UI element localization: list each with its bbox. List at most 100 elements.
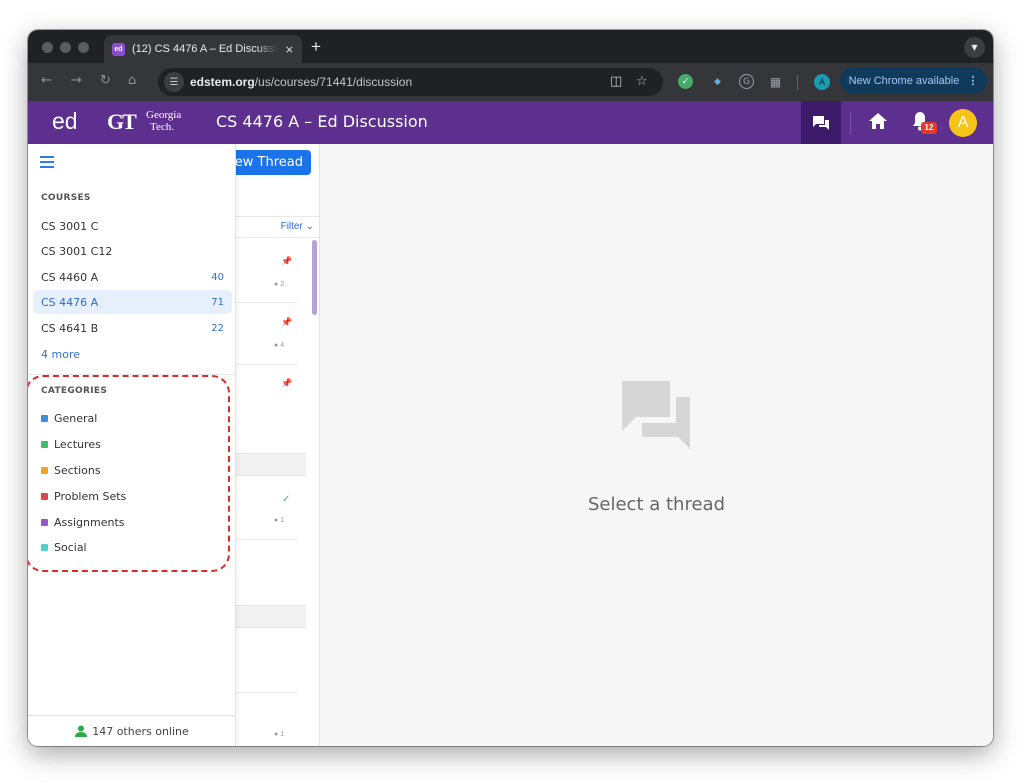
course-item[interactable]: CS 4460 A 40: [33, 265, 232, 289]
chat-bubbles-icon: [813, 115, 829, 130]
extensions-puzzle-icon[interactable]: ▦: [768, 74, 783, 89]
home-icon: [869, 113, 887, 129]
ed-favicon-icon: ed: [112, 42, 125, 56]
category-item-problem-sets[interactable]: Problem Sets: [41, 490, 126, 503]
chat-bubbles-icon: [622, 381, 690, 449]
pin-icon: 📌: [281, 257, 293, 267]
course-unread-count: 71: [211, 296, 224, 308]
ed-logo[interactable]: ed: [52, 108, 78, 135]
minimize-window-button[interactable]: [60, 42, 71, 53]
course-item[interactable]: CS 3001 C12: [33, 239, 232, 263]
reply-count: ● 1: [274, 517, 285, 524]
filter-button[interactable]: Filter ⌄: [281, 221, 314, 232]
grammarly-extension-icon[interactable]: G: [739, 74, 754, 89]
main-content: New Thread Filter ⌄ 📌 ● 2 📌 ● 4 📌 ✓ ● 1 …: [28, 144, 993, 746]
user-avatar[interactable]: A: [949, 109, 977, 137]
tab-title: (12) CS 4476 A – Ed Discussion: [132, 43, 278, 55]
url-text: edstem.org/us/courses/71441/discussion: [190, 75, 413, 89]
browser-window: ed (12) CS 4476 A – Ed Discussion × + ▼ …: [28, 30, 993, 746]
close-window-button[interactable]: [42, 42, 53, 53]
course-name: CS 3001 C: [41, 219, 99, 233]
hamburger-menu-icon[interactable]: [40, 156, 54, 168]
thread-divider: [236, 692, 298, 693]
category-item-social[interactable]: Social: [41, 541, 87, 554]
georgia-tech-logo: GT: [107, 109, 137, 134]
course-name: CS 4641 B: [41, 321, 99, 335]
thread-group-header: [236, 453, 306, 476]
category-item-sections[interactable]: Sections: [41, 464, 101, 477]
category-name: Lectures: [54, 438, 101, 451]
address-bar[interactable]: ☰ edstem.org/us/courses/71441/discussion…: [158, 68, 663, 96]
home-button[interactable]: ⌂: [128, 73, 136, 88]
bookmark-star-icon[interactable]: ☆: [636, 74, 648, 89]
profile-avatar[interactable]: A: [814, 74, 830, 90]
forward-button[interactable]: →: [71, 73, 82, 88]
course-title: CS 4476 A – Ed Discussion: [216, 112, 428, 131]
drawer-divider: [28, 374, 236, 375]
thread-view-empty-state: Select a thread: [320, 144, 993, 746]
chrome-update-button[interactable]: New Chrome available ⋮: [840, 67, 987, 94]
course-unread-count: 40: [211, 271, 224, 283]
gem-extension-icon[interactable]: ◆: [710, 74, 725, 89]
answered-check-icon: ✓: [282, 494, 291, 505]
tab-search-chevron-icon[interactable]: ▼: [964, 37, 985, 58]
thread-divider: [236, 539, 298, 540]
category-name: Sections: [54, 464, 101, 477]
shield-extension-icon[interactable]: ✓: [678, 74, 693, 89]
tab-strip: ed (12) CS 4476 A – Ed Discussion × + ▼: [28, 30, 993, 63]
category-color-dot: [41, 415, 48, 422]
category-color-dot: [41, 493, 48, 500]
thread-group-header: [236, 605, 306, 628]
toolbar-divider: [797, 75, 798, 90]
thread-divider: [236, 364, 298, 365]
category-color-dot: [41, 441, 48, 448]
back-button[interactable]: ←: [41, 73, 52, 88]
ed-header: ed GT Georgia Tech. CS 4476 A – Ed Discu…: [28, 101, 993, 144]
thread-divider: [236, 302, 298, 303]
courses-heading: COURSES: [41, 193, 91, 203]
course-item[interactable]: CS 4641 B 22: [33, 316, 232, 340]
category-color-dot: [41, 544, 48, 551]
category-color-dot: [41, 519, 48, 526]
category-item-assignments[interactable]: Assignments: [41, 516, 125, 529]
pin-icon: 📌: [281, 379, 293, 389]
course-drawer: COURSES CS 3001 C CS 3001 C12 CS 4460 A …: [28, 144, 236, 746]
reply-count: ● 2: [274, 281, 285, 288]
reply-count: ● 1: [274, 731, 285, 738]
category-color-dot: [41, 467, 48, 474]
course-item[interactable]: CS 3001 C: [33, 214, 232, 238]
new-tab-button[interactable]: +: [311, 37, 321, 57]
online-users-status: 147 others online: [28, 715, 236, 746]
discussion-nav-button[interactable]: [801, 101, 841, 144]
zoom-window-button[interactable]: [78, 42, 89, 53]
browser-tab[interactable]: ed (12) CS 4476 A – Ed Discussion ×: [104, 35, 302, 63]
empty-state-message: Select a thread: [587, 494, 725, 515]
header-divider: [850, 111, 851, 134]
reply-count: ● 4: [274, 342, 285, 349]
pin-icon: 📌: [281, 318, 293, 328]
kebab-menu-icon: ⋮: [967, 75, 979, 87]
institution-name-line1: Georgia: [146, 109, 182, 121]
notification-count-badge: 12: [921, 122, 937, 134]
categories-heading: CATEGORIES: [41, 386, 108, 396]
category-name: Social: [54, 541, 87, 554]
category-item-general[interactable]: General: [41, 412, 97, 425]
install-app-icon[interactable]: ◫: [610, 74, 622, 89]
home-nav-button[interactable]: [868, 112, 888, 134]
institution-name-line2: Tech.: [150, 121, 174, 133]
tab-close-button[interactable]: ×: [285, 43, 294, 56]
update-label: New Chrome available: [848, 74, 960, 87]
course-name: CS 4476 A: [41, 295, 99, 309]
reload-button[interactable]: ↻: [100, 73, 111, 88]
person-icon: [75, 725, 88, 737]
course-name: CS 3001 C12: [41, 244, 113, 258]
more-courses-link[interactable]: 4 more: [41, 348, 80, 361]
filter-row: Filter ⌄: [236, 216, 319, 238]
thread-list-scrollbar[interactable]: [312, 240, 317, 315]
course-item-active[interactable]: CS 4476 A 71: [33, 290, 232, 314]
site-settings-icon[interactable]: ☰: [164, 72, 184, 92]
browser-toolbar: ← → ↻ ⌂ ☰ edstem.org/us/courses/71441/di…: [28, 63, 993, 101]
category-name: General: [54, 412, 98, 425]
category-name: Problem Sets: [54, 490, 127, 503]
category-item-lectures[interactable]: Lectures: [41, 438, 101, 451]
